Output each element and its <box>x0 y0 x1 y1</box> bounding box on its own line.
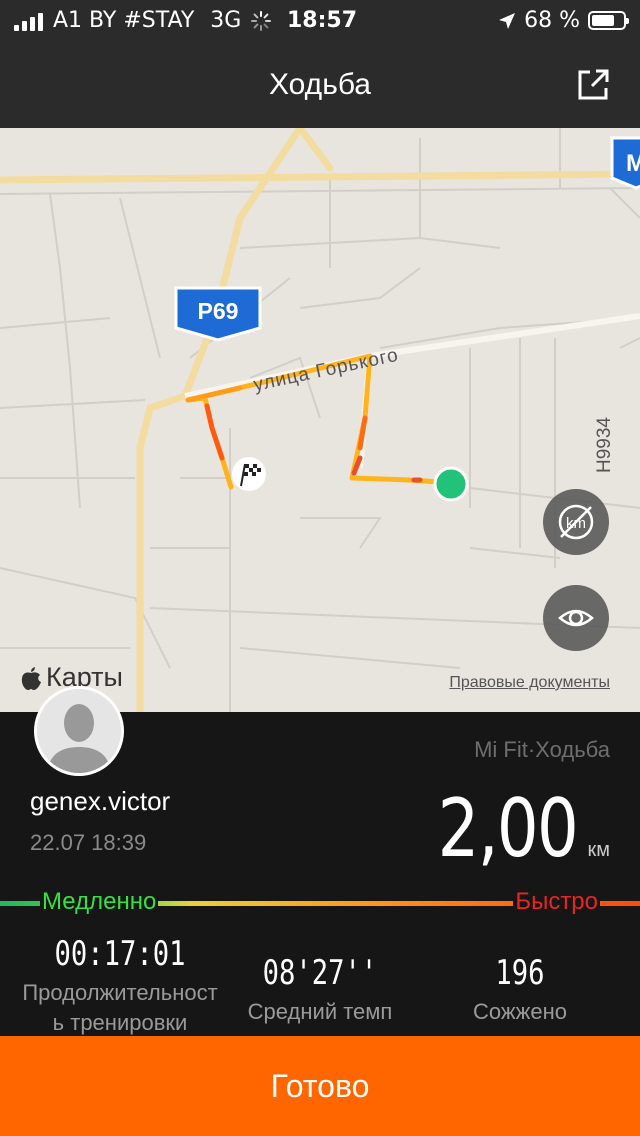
km-marker-toggle-button[interactable]: km <box>543 489 609 555</box>
battery-percent: 68 % <box>524 8 580 33</box>
slow-label: Медленно <box>40 888 159 916</box>
stat-calories-value: 196 <box>495 953 545 993</box>
distance-unit: км <box>587 839 611 861</box>
stat-pace-label: Средний темп <box>247 999 393 1024</box>
road-badge-p69: P69 <box>174 286 262 342</box>
workout-source: Mi Fit·Ходьба <box>474 737 610 762</box>
user-silhouette-icon <box>37 689 121 773</box>
clock: 18:57 <box>287 8 358 33</box>
end-point-marker <box>433 466 469 502</box>
stat-pace: 08'27'' Средний темп <box>220 953 420 1027</box>
stat-pace-value: 08'27'' <box>262 953 378 993</box>
carrier-label: A1 BY #STAY <box>53 8 195 33</box>
road-badge-m-text: M <box>626 150 640 177</box>
stat-duration-label: Продолжительность тренировки <box>22 980 218 1035</box>
km-hidden-icon: km <box>558 504 594 540</box>
apple-logo-icon <box>21 666 41 690</box>
map-street-label: улица Горького <box>252 345 401 396</box>
road-badge-p69-text: P69 <box>198 298 239 324</box>
activity-spinner-icon <box>251 10 272 31</box>
username: genex.victor <box>30 786 171 816</box>
distance: 2,00 км <box>407 782 610 875</box>
start-flag-icon <box>232 457 266 491</box>
status-bar: A1 BY #STAY 3G 18:57 68 % <box>0 0 640 42</box>
map-road-label-h9934: H9934 <box>594 417 615 473</box>
share-icon[interactable] <box>576 68 610 102</box>
stat-calories: 196 Сожжено <box>420 953 620 1027</box>
signal-icon <box>14 11 43 31</box>
distance-value: 2,00 <box>437 782 579 875</box>
nav-bar: Ходьба <box>0 42 640 128</box>
eye-icon <box>558 609 594 627</box>
network-label: 3G <box>210 8 242 33</box>
stat-duration-value: 00:17:01 <box>54 934 186 974</box>
battery-icon <box>588 11 629 30</box>
fast-label: Быстро <box>513 888 600 916</box>
location-arrow-icon <box>499 12 516 29</box>
stat-calories-label: Сожжено <box>473 999 567 1024</box>
workout-date: 22.07 18:39 <box>30 830 147 855</box>
route-map[interactable]: улица Горького H9934 P69 M km <box>0 128 640 712</box>
visibility-toggle-button[interactable] <box>543 585 609 651</box>
page-title: Ходьба <box>268 68 371 101</box>
legal-documents-link[interactable]: Правовые документы <box>449 674 610 692</box>
road-badge-m: M <box>610 136 640 190</box>
done-button[interactable]: Готово <box>0 1036 640 1136</box>
stat-duration: 00:17:01 Продолжительность тренировки <box>20 934 220 1038</box>
avatar <box>34 686 124 776</box>
